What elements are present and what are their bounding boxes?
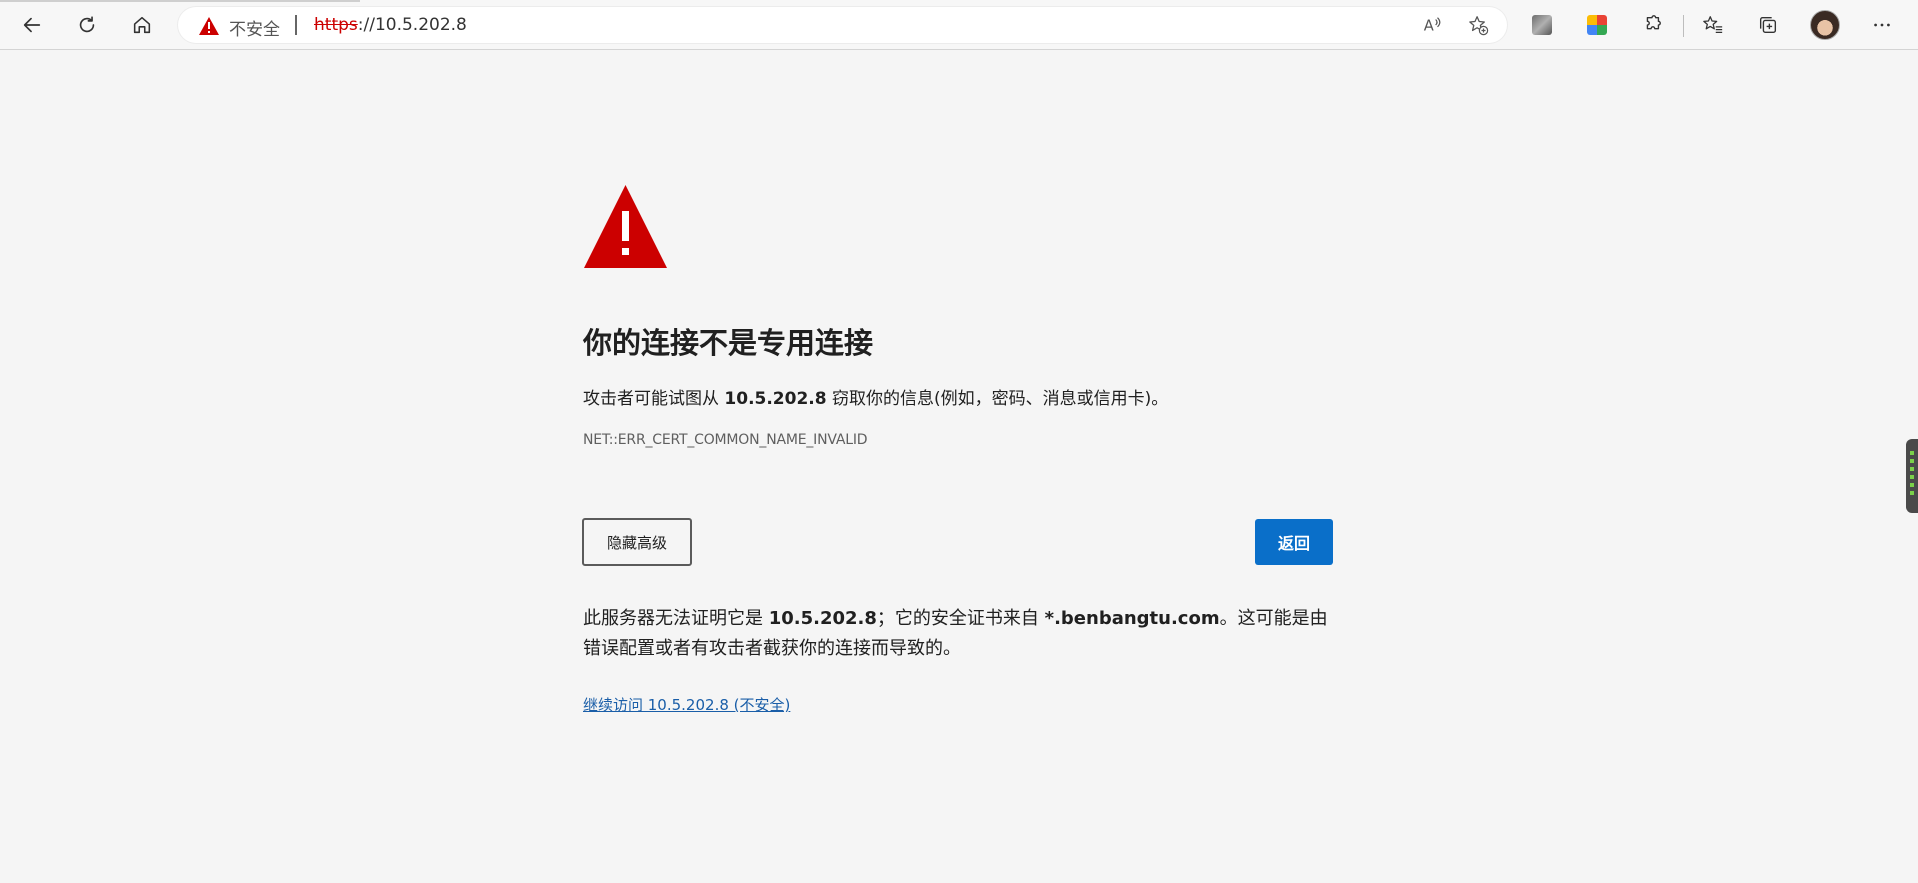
extension-button-1[interactable] <box>1526 9 1558 41</box>
explanation-text: 此服务器无法证明它是 <box>583 608 769 629</box>
advanced-explanation: 此服务器无法证明它是 10.5.202.8；它的安全证书来自 *.benbang… <box>583 604 1333 664</box>
profile-button[interactable] <box>1809 9 1841 41</box>
back-button[interactable]: 返回 <box>1255 519 1333 565</box>
error-code: NET::ERR_CERT_COMMON_NAME_INVALID <box>583 432 868 448</box>
handle-indicator <box>1910 491 1914 495</box>
address-bar[interactable]: 不安全 https://10.5.202.8 A <box>178 7 1507 43</box>
browser-toolbar: 不安全 https://10.5.202.8 A <box>0 0 1918 50</box>
add-favorite-icon <box>1469 16 1489 36</box>
favorites-icon <box>1703 16 1723 33</box>
address-divider <box>295 15 297 35</box>
hide-advanced-button[interactable]: 隐藏高级 <box>582 518 692 566</box>
explanation-host: 10.5.202.8 <box>768 608 877 629</box>
read-aloud-button[interactable]: A <box>1418 11 1446 39</box>
handle-indicator <box>1910 451 1914 455</box>
handle-indicator <box>1910 467 1914 471</box>
toolbar-separator <box>1683 15 1684 37</box>
puzzle-icon <box>1646 15 1661 30</box>
url-host: ://10.5.202.8 <box>357 15 467 35</box>
svg-text:A: A <box>1424 18 1434 35</box>
more-icon <box>1874 23 1890 27</box>
description-host: 10.5.202.8 <box>724 389 827 409</box>
loading-indicator <box>0 0 360 2</box>
add-favorite-button[interactable] <box>1464 11 1492 39</box>
favorites-button[interactable] <box>1697 9 1729 41</box>
refresh-icon <box>79 16 95 33</box>
handle-indicator <box>1910 483 1914 487</box>
home-button[interactable] <box>126 9 158 41</box>
back-arrow-icon <box>23 17 41 33</box>
home-icon <box>133 16 151 34</box>
url-scheme: https <box>314 15 358 35</box>
back-button[interactable] <box>16 9 48 41</box>
extension-icon <box>1587 15 1607 35</box>
description-text: 攻击者可能试图从 <box>583 389 725 409</box>
handle-indicator <box>1910 475 1914 479</box>
read-aloud-icon: A <box>1424 17 1441 35</box>
security-status-label[interactable]: 不安全 <box>229 15 280 40</box>
handle-indicator <box>1910 459 1914 463</box>
more-button[interactable] <box>1866 9 1898 41</box>
page-title: 你的连接不是专用连接 <box>583 326 874 360</box>
refresh-button[interactable] <box>71 9 103 41</box>
collections-button[interactable] <box>1752 9 1784 41</box>
extension-button-2[interactable] <box>1581 9 1613 41</box>
collections-icon <box>1759 16 1777 34</box>
explanation-text-2: ；它的安全证书来自 <box>876 608 1045 629</box>
avatar <box>1810 10 1840 40</box>
extension-icon <box>1532 15 1552 35</box>
description-text-end: 窃取你的信息(例如，密码、消息或信用卡)。 <box>826 389 1169 409</box>
warning-triangle-icon <box>584 185 667 268</box>
certificate-domain: *.benbangtu.com <box>1044 608 1220 629</box>
extensions-button[interactable] <box>1636 9 1668 41</box>
proceed-unsafe-link[interactable]: 继续访问 10.5.202.8 (不安全) <box>583 694 790 715</box>
not-secure-warning-icon[interactable] <box>198 16 220 36</box>
url-text[interactable]: https://10.5.202.8 <box>314 15 467 35</box>
error-description: 攻击者可能试图从 10.5.202.8 窃取你的信息(例如，密码、消息或信用卡)… <box>583 384 1168 409</box>
sidebar-handle[interactable] <box>1906 439 1918 513</box>
